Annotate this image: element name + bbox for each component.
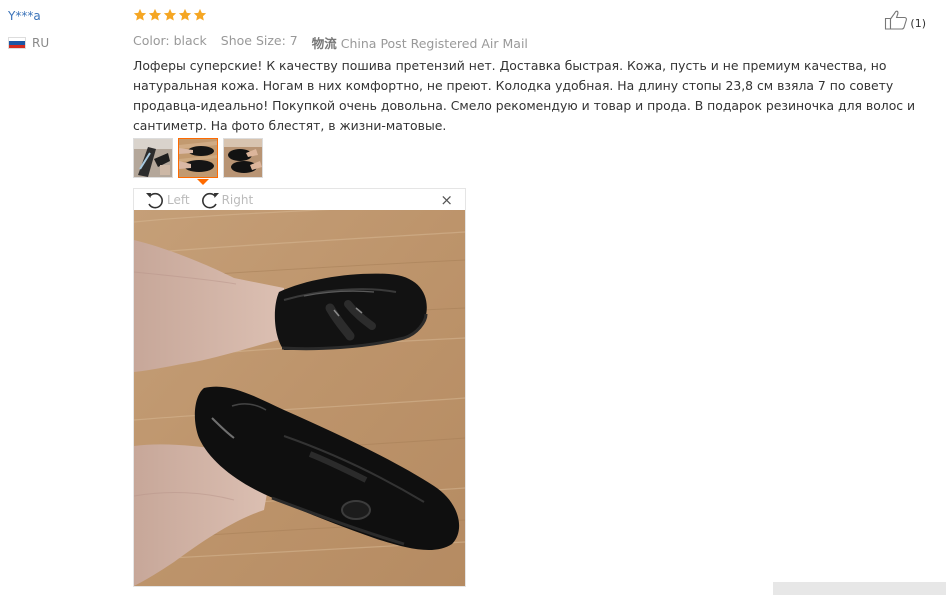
reviewer-name: Y***a bbox=[8, 9, 41, 23]
rotate-left-label: Left bbox=[167, 192, 190, 207]
order-info: Color: black Shoe Size: 7 物流 China Post R… bbox=[133, 33, 528, 52]
active-thumbnail-pointer bbox=[197, 179, 209, 185]
viewer-toolbar: Left Right × bbox=[134, 189, 465, 210]
rotate-right-button[interactable]: Right bbox=[199, 190, 254, 210]
helpful-count: (1) bbox=[910, 17, 926, 30]
thumbs-up-icon bbox=[885, 10, 908, 30]
rotate-left-button[interactable]: Left bbox=[144, 190, 190, 210]
star-icon bbox=[148, 8, 162, 21]
review-photo bbox=[134, 210, 465, 586]
photo-thumbnail[interactable] bbox=[223, 138, 263, 178]
shipping-method: China Post Registered Air Mail bbox=[340, 36, 528, 51]
product-color: Color: black bbox=[133, 33, 207, 48]
bottom-bar bbox=[773, 582, 946, 595]
product-size: Shoe Size: 7 bbox=[220, 33, 298, 48]
helpful-button[interactable]: (1) bbox=[884, 10, 926, 30]
rotate-right-label: Right bbox=[221, 192, 254, 207]
photo-thumbnail[interactable] bbox=[133, 138, 173, 178]
close-viewer-button[interactable]: × bbox=[440, 192, 453, 208]
rotate-right-icon bbox=[201, 192, 219, 208]
star-icon bbox=[163, 8, 177, 21]
rotate-left-icon bbox=[146, 192, 163, 208]
star-icon bbox=[193, 8, 207, 21]
russia-flag-icon bbox=[8, 37, 26, 49]
photo-thumbnails bbox=[133, 138, 263, 178]
photo-viewer: Left Right × bbox=[133, 188, 466, 587]
reviewer-country: RU bbox=[8, 36, 49, 50]
review-item: Y***a RU (1) Color: black Shoe Size: 7 物… bbox=[0, 0, 946, 595]
photo-thumbnail-active[interactable] bbox=[178, 138, 218, 178]
star-rating bbox=[133, 8, 207, 22]
country-code: RU bbox=[32, 36, 50, 50]
review-text: Лоферы суперские! К качеству пошива прет… bbox=[133, 58, 916, 133]
star-icon bbox=[133, 8, 147, 21]
star-icon bbox=[178, 8, 192, 21]
shipping-label: 物流 bbox=[311, 36, 337, 51]
shipping-info: 物流 China Post Registered Air Mail bbox=[312, 33, 528, 52]
